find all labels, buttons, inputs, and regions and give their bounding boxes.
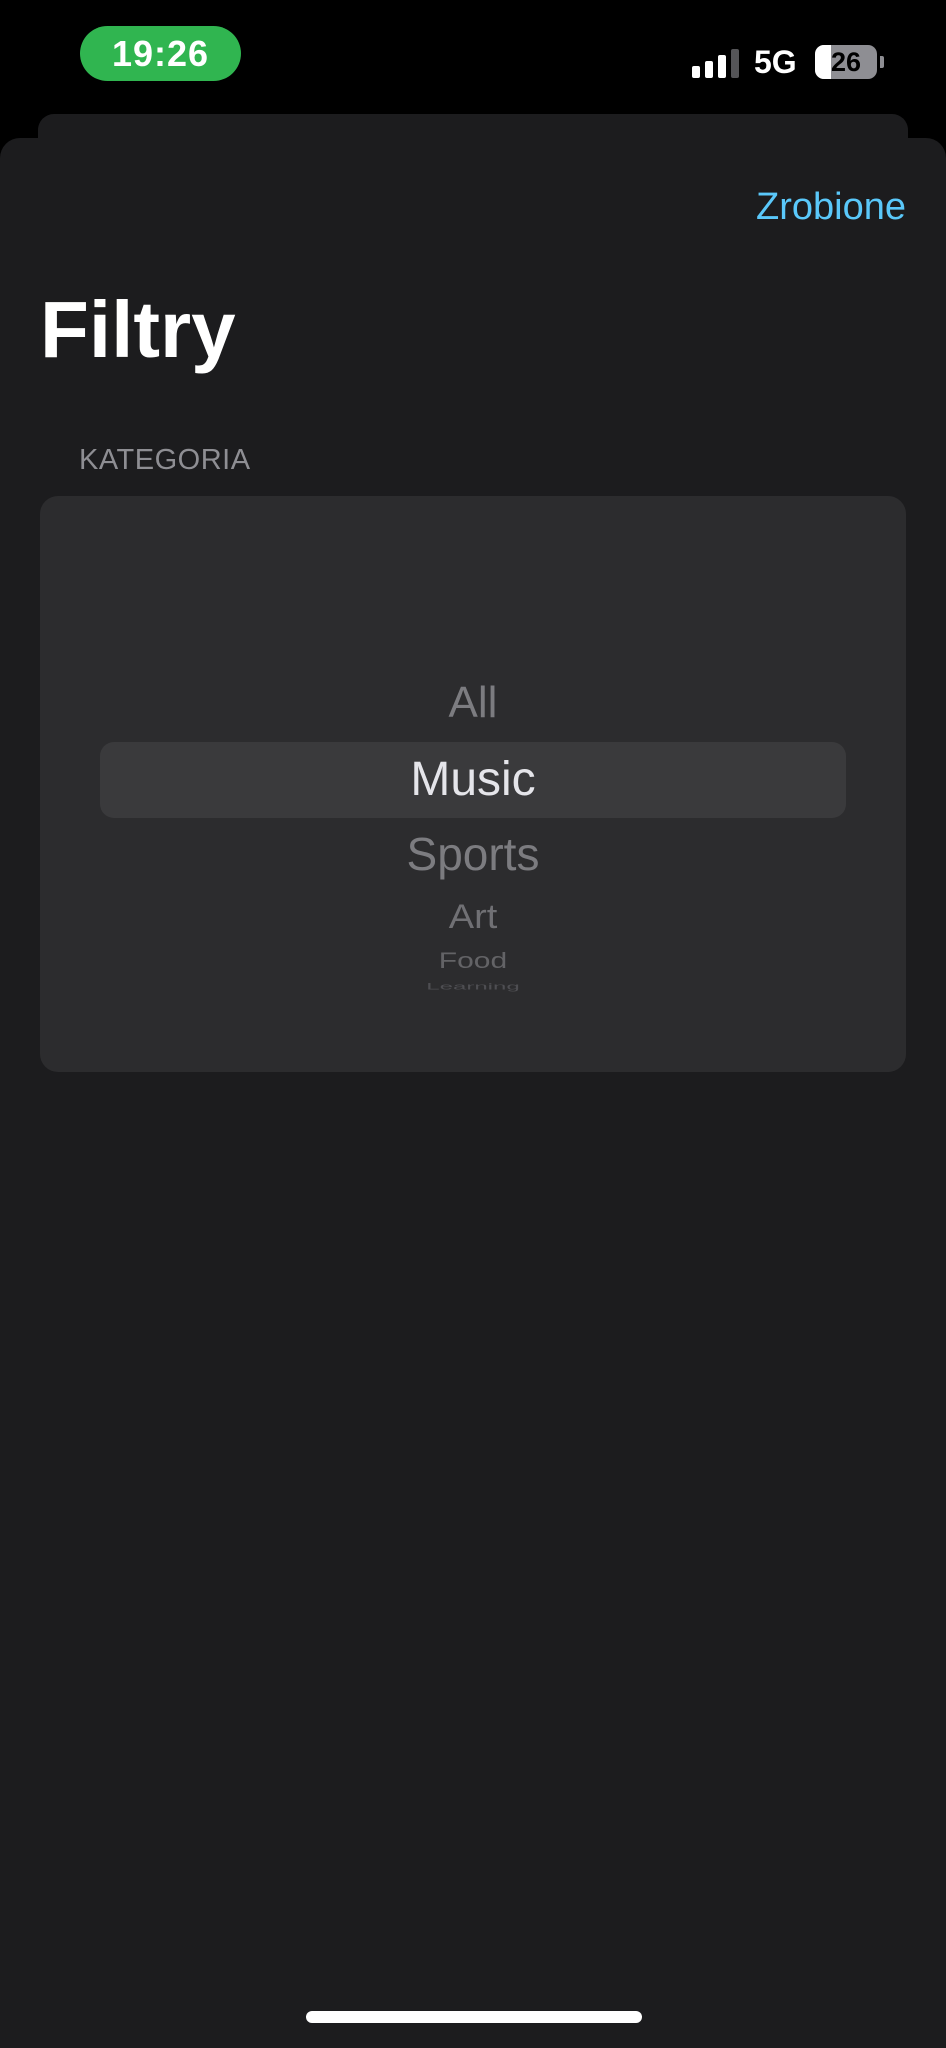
picker-option-food[interactable]: Food <box>40 948 906 974</box>
category-picker[interactable]: All Music Sports Art Food Learning <box>40 496 906 1072</box>
screen: 19:26 5G 26 Zrobione Filtry KATEGORIA Al… <box>0 0 946 2048</box>
picker-option-learning[interactable]: Learning <box>40 982 906 993</box>
cellular-signal-icon <box>692 48 740 78</box>
done-button[interactable]: Zrobione <box>756 186 906 229</box>
page-title: Filtry <box>40 285 236 374</box>
battery-tip <box>880 56 884 68</box>
picker-option-music[interactable]: Music <box>40 752 906 807</box>
battery-level: 26 <box>830 46 862 77</box>
filters-sheet: Zrobione Filtry KATEGORIA All Music Spor… <box>0 138 946 2048</box>
picker-option-art[interactable]: Art <box>40 898 906 937</box>
network-type: 5G <box>754 44 797 80</box>
home-indicator[interactable] <box>306 2011 642 2023</box>
category-section-header: KATEGORIA <box>79 444 251 476</box>
picker-option-all[interactable]: All <box>40 678 906 728</box>
picker-option-sports[interactable]: Sports <box>40 827 906 881</box>
status-time-pill[interactable]: 19:26 <box>80 26 241 81</box>
status-time: 19:26 <box>111 32 210 74</box>
battery-icon: 26 <box>815 45 877 79</box>
status-bar: 19:26 5G 26 <box>0 0 946 110</box>
